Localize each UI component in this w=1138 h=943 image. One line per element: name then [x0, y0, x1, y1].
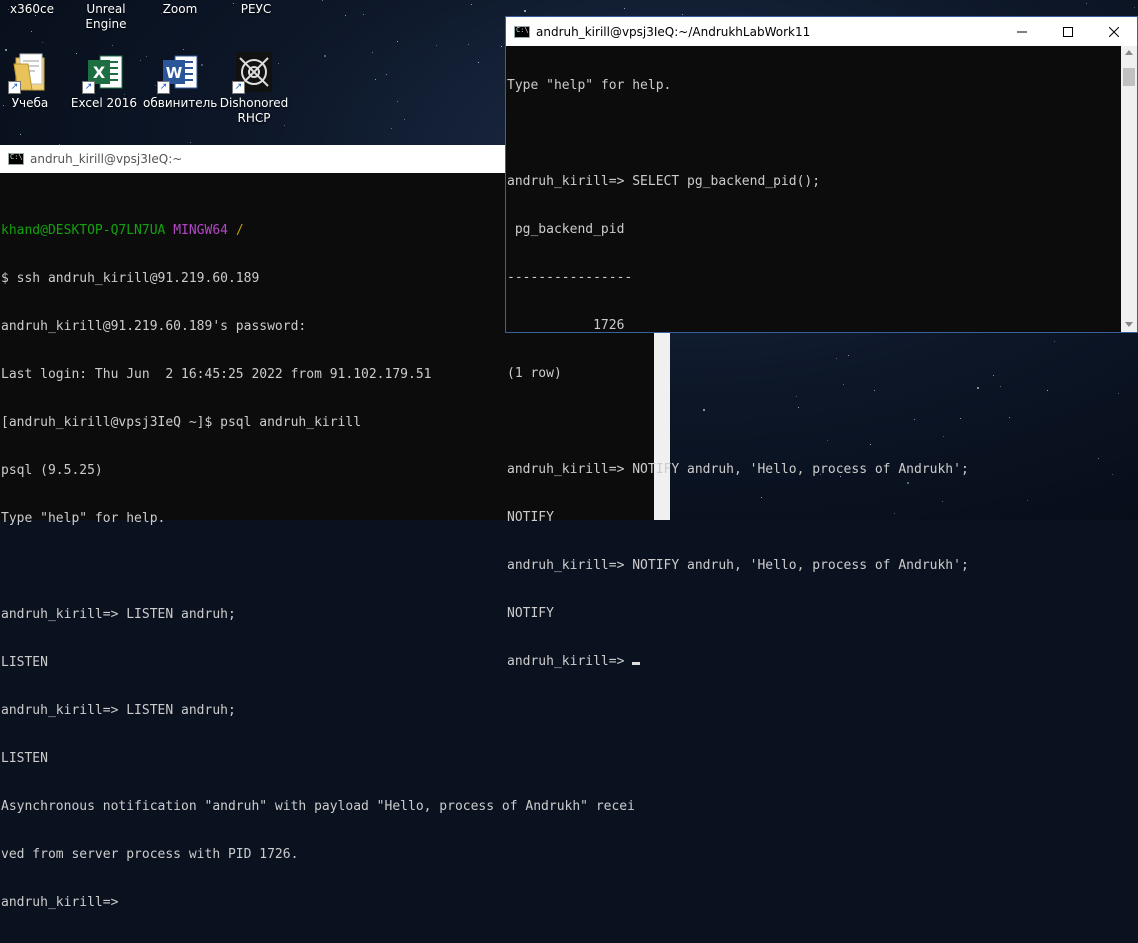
star: [324, 55, 326, 57]
terminal-line: (1 row): [507, 366, 562, 381]
maximize-icon: [1063, 26, 1073, 37]
star: [501, 46, 502, 47]
terminal-window-right[interactable]: andruh_kirill@vpsj3IeQ:~/AndrukhLabWork1…: [505, 16, 1138, 669]
star: [524, 10, 526, 12]
terminal-line: ----------------: [507, 270, 633, 285]
minimize-icon: [1017, 31, 1027, 32]
star: [1134, 7, 1135, 8]
star: [391, 128, 392, 129]
scroll-up-icon[interactable]: [1125, 50, 1133, 55]
folder-icon: ↗: [8, 50, 52, 94]
minimize-button[interactable]: [999, 17, 1045, 46]
shortcut-arrow-icon: ↗: [157, 81, 170, 94]
excel-icon: X ↗: [82, 50, 126, 94]
star: [322, 0, 323, 1]
star: [20, 134, 21, 135]
console-icon: [514, 25, 530, 38]
terminal-line: Type "help" for help.: [507, 78, 672, 93]
desktop-icon-label: обвинитель: [143, 96, 218, 110]
desktop-icon-unreal-label[interactable]: Unreal Engine: [84, 2, 128, 32]
star: [190, 142, 191, 143]
star: [478, 62, 479, 63]
terminal-line: LISTEN: [1, 751, 48, 766]
terminal-line: NOTIFY: [507, 510, 554, 525]
shortcut-arrow-icon: ↗: [232, 81, 245, 94]
prompt-path: /: [235, 223, 244, 238]
star: [682, 14, 683, 15]
terminal-line: andruh_kirill=>: [1, 895, 119, 910]
star: [31, 31, 32, 32]
terminal-line: andruh_kirill=> NOTIFY andruh, 'Hello, p…: [507, 558, 969, 573]
maximize-button[interactable]: [1045, 17, 1091, 46]
shortcut-arrow-icon: ↗: [82, 81, 95, 94]
desktop-icon-x360ce-label[interactable]: x360ce: [10, 2, 54, 17]
terminal-output[interactable]: Type "help" for help. andruh_kirill=> SE…: [506, 46, 1137, 702]
star: [471, 4, 472, 5]
desktop-icon-reus-label[interactable]: РЕУС: [239, 2, 273, 17]
star: [404, 119, 405, 120]
svg-text:W: W: [166, 64, 183, 82]
prompt-user: khand@DESKTOP-Q7LN7UA: [1, 223, 166, 238]
shortcut-arrow-icon: ↗: [8, 81, 21, 94]
desktop-icon-label: Учеба: [11, 96, 49, 110]
scrollbar[interactable]: [1121, 46, 1137, 332]
star: [140, 60, 141, 61]
window-controls: [999, 17, 1137, 46]
terminal-line: andruh_kirill=> SELECT pg_backend_pid();: [507, 174, 821, 189]
star: [436, 45, 437, 46]
desktop-icon-dishonored[interactable]: ↗ Dishonored RHCP: [218, 50, 290, 126]
close-button[interactable]: [1091, 17, 1137, 46]
star: [1086, 3, 1087, 4]
star: [372, 52, 373, 53]
terminal-line: 1726: [507, 318, 625, 333]
desktop-icon-ucheba[interactable]: ↗ Учеба: [0, 50, 66, 111]
window-titlebar[interactable]: andruh_kirill@vpsj3IeQ:~/AndrukhLabWork1…: [506, 17, 1137, 46]
desktop-icon-label: Dishonored RHCP: [219, 96, 289, 125]
desktop-icon-obvinitel[interactable]: W ↗ обвинитель: [143, 50, 218, 111]
word-icon: W ↗: [157, 50, 201, 94]
window-title: andruh_kirill@vpsj3IeQ:~: [30, 152, 183, 166]
scroll-thumb[interactable]: [1123, 68, 1135, 86]
star: [363, 14, 364, 15]
star: [624, 8, 625, 9]
terminal-line: Asynchronous notification "andruh" with …: [1, 799, 635, 814]
prompt-env: MINGW64: [173, 223, 228, 238]
window-title: andruh_kirill@vpsj3IeQ:~/AndrukhLabWork1…: [536, 24, 811, 39]
star: [42, 42, 43, 43]
svg-text:X: X: [93, 63, 106, 82]
terminal-line: ved from server process with PID 1726.: [1, 847, 299, 862]
star: [386, 74, 387, 75]
terminal-line: andruh_kirill=> NOTIFY andruh, 'Hello, p…: [507, 462, 969, 477]
desktop-icon-excel[interactable]: X ↗ Excel 2016: [68, 50, 140, 111]
star: [233, 3, 234, 4]
star: [397, 101, 398, 102]
star: [397, 41, 398, 42]
console-icon: [8, 153, 24, 165]
star: [112, 45, 113, 46]
terminal-line: pg_backend_pid: [507, 222, 625, 237]
terminal-prompt-line: andruh_kirill=>: [507, 654, 1137, 670]
text-cursor: [632, 662, 641, 665]
star: [8, 9, 9, 10]
close-icon: [1109, 26, 1119, 37]
star: [468, 44, 469, 45]
dishonored-icon: ↗: [232, 50, 276, 94]
desktop-icon-zoom-label[interactable]: Zoom: [162, 2, 198, 17]
terminal-prompt: andruh_kirill=>: [507, 654, 633, 669]
star: [375, 79, 376, 80]
terminal-line: andruh_kirill=> LISTEN andruh;: [1, 703, 236, 718]
scroll-down-icon[interactable]: [1125, 322, 1133, 327]
star: [345, 15, 346, 16]
terminal-line: NOTIFY: [507, 606, 554, 621]
desktop-icon-label: Excel 2016: [70, 96, 138, 110]
